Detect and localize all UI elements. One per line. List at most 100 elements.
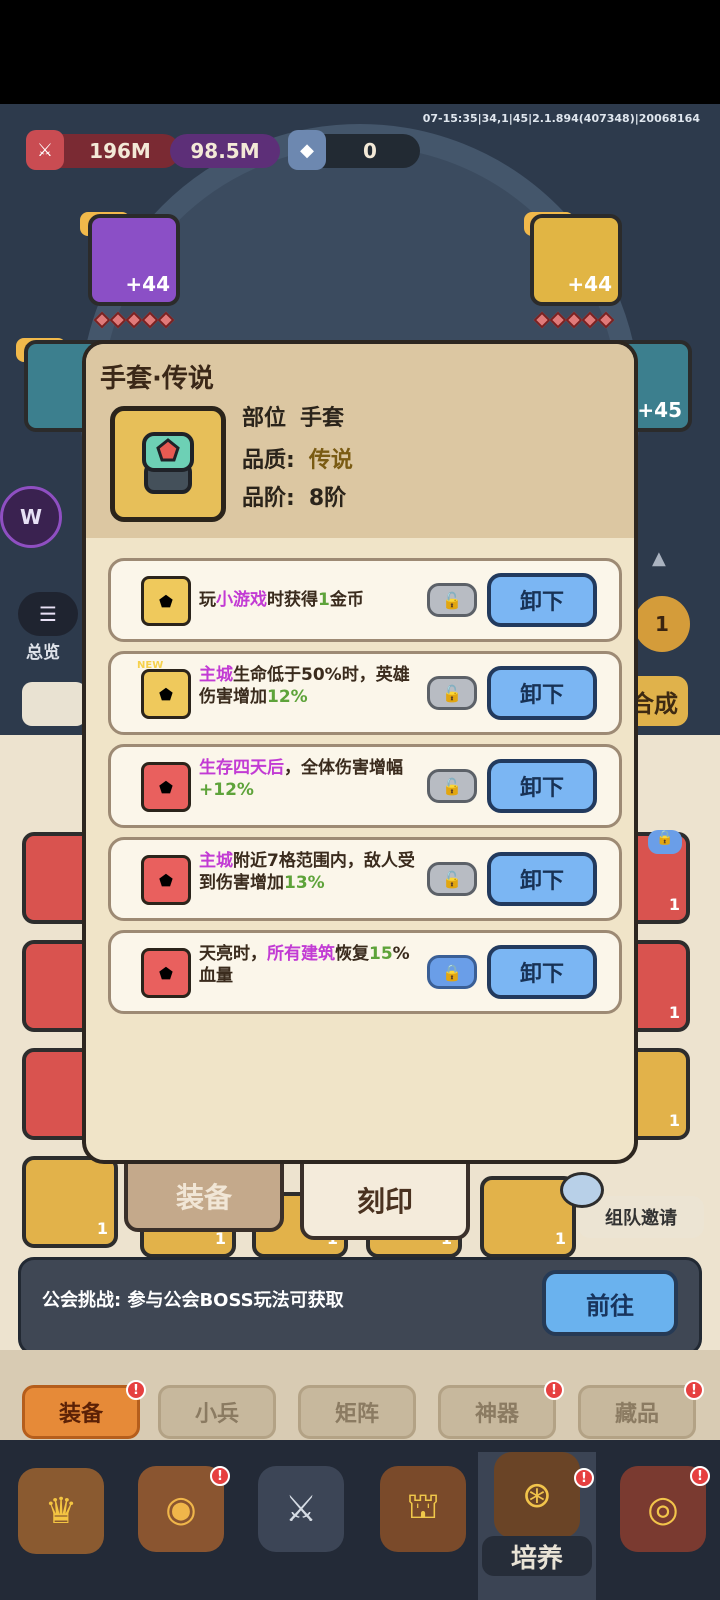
info-slot: 部位 手套 <box>242 400 344 432</box>
engrave-entry: ⬟ 天亮时，所有建筑恢复15%血量 🔒 卸下 <box>108 930 622 1014</box>
unlock-icon: 🔓 <box>442 869 462 889</box>
tab-engrave[interactable]: 刻印 <box>300 1160 470 1240</box>
unlock-toggle[interactable]: 🔓 <box>427 676 477 710</box>
unload-button[interactable]: 卸下 <box>487 666 597 720</box>
guild-challenge-text: 公会挑战: 参与公会BOSS玩法可获取 <box>42 1290 344 1311</box>
info-value: 传说 <box>308 448 353 473</box>
unlock-icon: 🔓 <box>442 683 462 703</box>
gem-value: 0 <box>363 139 377 163</box>
train-nav-icon[interactable]: ⊛ <box>494 1452 580 1538</box>
entry-text: 生存四天后，全体伤害增幅+12% <box>199 758 403 800</box>
tab-label: 藏品 <box>614 1402 659 1427</box>
slot-stars <box>93 310 175 330</box>
slot-stars <box>533 310 615 330</box>
tab-engrave-label: 刻印 <box>356 1185 413 1218</box>
energy-bar: 98.5M <box>170 134 280 168</box>
alert-badge: ! <box>126 1380 146 1400</box>
tab-matrix[interactable]: 矩阵 <box>298 1385 416 1439</box>
filter-button[interactable] <box>22 682 86 726</box>
goto-button[interactable]: 前往 <box>542 1270 678 1336</box>
unload-button[interactable]: 卸下 <box>487 759 597 813</box>
unlock-toggle[interactable]: 🔓 <box>427 583 477 617</box>
lock-icon: 🔒 <box>442 962 462 982</box>
unload-label: 卸下 <box>519 683 564 708</box>
tab-artifact[interactable]: 神器 <box>438 1385 556 1439</box>
crown-nav-icon[interactable]: ♛ <box>18 1468 104 1554</box>
entry-text: 主城附近7格范围内，敌人受到伤害增加13% <box>199 851 415 893</box>
up-arrow-icon[interactable]: ▲ <box>652 548 678 572</box>
tab-soldiers[interactable]: 小兵 <box>158 1385 276 1439</box>
cloud-icon <box>560 1172 604 1208</box>
slot-level: +45 <box>637 398 682 422</box>
counter-value: 1 <box>655 612 669 636</box>
swords-nav-icon[interactable]: ⚔ <box>258 1466 344 1552</box>
slot-level: +44 <box>125 272 170 296</box>
item-count: 1 <box>554 1229 566 1248</box>
lock-icon: 🔒 <box>648 830 682 854</box>
info-value: 8阶 <box>308 486 347 511</box>
unlock-toggle[interactable]: 🔓 <box>427 862 477 896</box>
glove-icon <box>142 432 194 494</box>
info-quality: 品质: 传说 <box>242 442 353 474</box>
energy-value: 98.5M <box>190 139 260 163</box>
engrave-gem-icon: ⬟ <box>141 576 191 626</box>
castle-nav-icon[interactable]: ⛫ <box>380 1466 466 1552</box>
entry-text: 天亮时，所有建筑恢复15%血量 <box>199 944 410 986</box>
unload-label: 卸下 <box>519 590 564 615</box>
tab-equip-label: 装备 <box>175 1181 232 1214</box>
item-count: 1 <box>668 895 680 914</box>
engrave-gem-icon: ⬟ <box>141 855 191 905</box>
overview-label: 总览 <box>26 643 60 663</box>
alert-badge: ! <box>544 1380 564 1400</box>
engrave-gem-icon: ⬟ <box>141 669 191 719</box>
dialog-title: 手套·传说 <box>100 364 214 394</box>
nav-active-label: 培养 <box>482 1536 592 1576</box>
engrave-gem-icon: ⬟ <box>141 762 191 812</box>
engrave-entry: ⬟ 主城附近7格范围内，敌人受到伤害增加13% 🔓 卸下 <box>108 837 622 921</box>
helmet-slot[interactable]: +44 <box>88 214 180 306</box>
info-label: 品质: <box>242 448 295 473</box>
alert-badge: ! <box>684 1380 704 1400</box>
lock-toggle[interactable]: 🔒 <box>427 955 477 989</box>
item-detail-dialog: 手套·传说 部位 手套 品质: 传说 品阶: 8阶 ⬟ 玩小游戏时获得1金币 🔓 卸下… <box>82 340 638 1164</box>
tab-label: 神器 <box>474 1402 519 1427</box>
w-logo-icon[interactable]: W <box>0 486 62 548</box>
engrave-entry: ⬟ 生存四天后，全体伤害增幅+12% 🔓 卸下 <box>108 744 622 828</box>
engrave-entry: NEW ⬟ 主城生命低于50%时，英雄伤害增加12% 🔓 卸下 <box>108 651 622 735</box>
bottom-nav <box>0 1440 720 1600</box>
info-label: 部位 <box>242 406 287 431</box>
engrave-gem-icon: ⬟ <box>141 948 191 998</box>
counter-badge[interactable]: 1 <box>634 596 690 652</box>
tab-equip[interactable]: 装备 <box>124 1160 284 1232</box>
weapon-slot[interactable]: +44 <box>530 214 622 306</box>
item-count: 1 <box>668 1003 680 1022</box>
engrave-entry: ⬟ 玩小游戏时获得1金币 🔓 卸下 <box>108 558 622 642</box>
team-invite-label: 组队邀请 <box>605 1208 677 1229</box>
slot-level: +44 <box>567 272 612 296</box>
unload-label: 卸下 <box>519 962 564 987</box>
item-count: 1 <box>96 1219 108 1238</box>
alert-badge: ! <box>210 1466 230 1486</box>
alert-badge: ! <box>690 1466 710 1486</box>
tab-label: 装备 <box>58 1402 103 1427</box>
goto-label: 前往 <box>586 1291 634 1320</box>
unload-label: 卸下 <box>519 869 564 894</box>
tab-collection[interactable]: 藏品 <box>578 1385 696 1439</box>
unload-button[interactable]: 卸下 <box>487 573 597 627</box>
unload-button[interactable]: 卸下 <box>487 852 597 906</box>
info-tier: 品阶: 8阶 <box>242 480 346 512</box>
unlock-icon: 🔓 <box>442 776 462 796</box>
item-preview <box>110 406 226 522</box>
entry-text: 玩小游戏时获得1金币 <box>199 590 364 610</box>
debug-info: 07-15:35|34,1|45|2.1.894(407348)|2006816… <box>422 112 700 125</box>
status-bar <box>0 0 720 104</box>
unlock-toggle[interactable]: 🔓 <box>427 769 477 803</box>
unload-button[interactable]: 卸下 <box>487 945 597 999</box>
overview-icon[interactable]: ☰ <box>18 592 78 636</box>
item-count: 1 <box>668 1111 680 1130</box>
tab-equipment[interactable]: 装备 <box>22 1385 140 1439</box>
power-value: 196M <box>89 139 151 163</box>
info-label: 品阶: <box>242 486 295 511</box>
info-value: 手套 <box>300 406 345 431</box>
inventory-item[interactable]: 1 <box>22 1156 118 1248</box>
